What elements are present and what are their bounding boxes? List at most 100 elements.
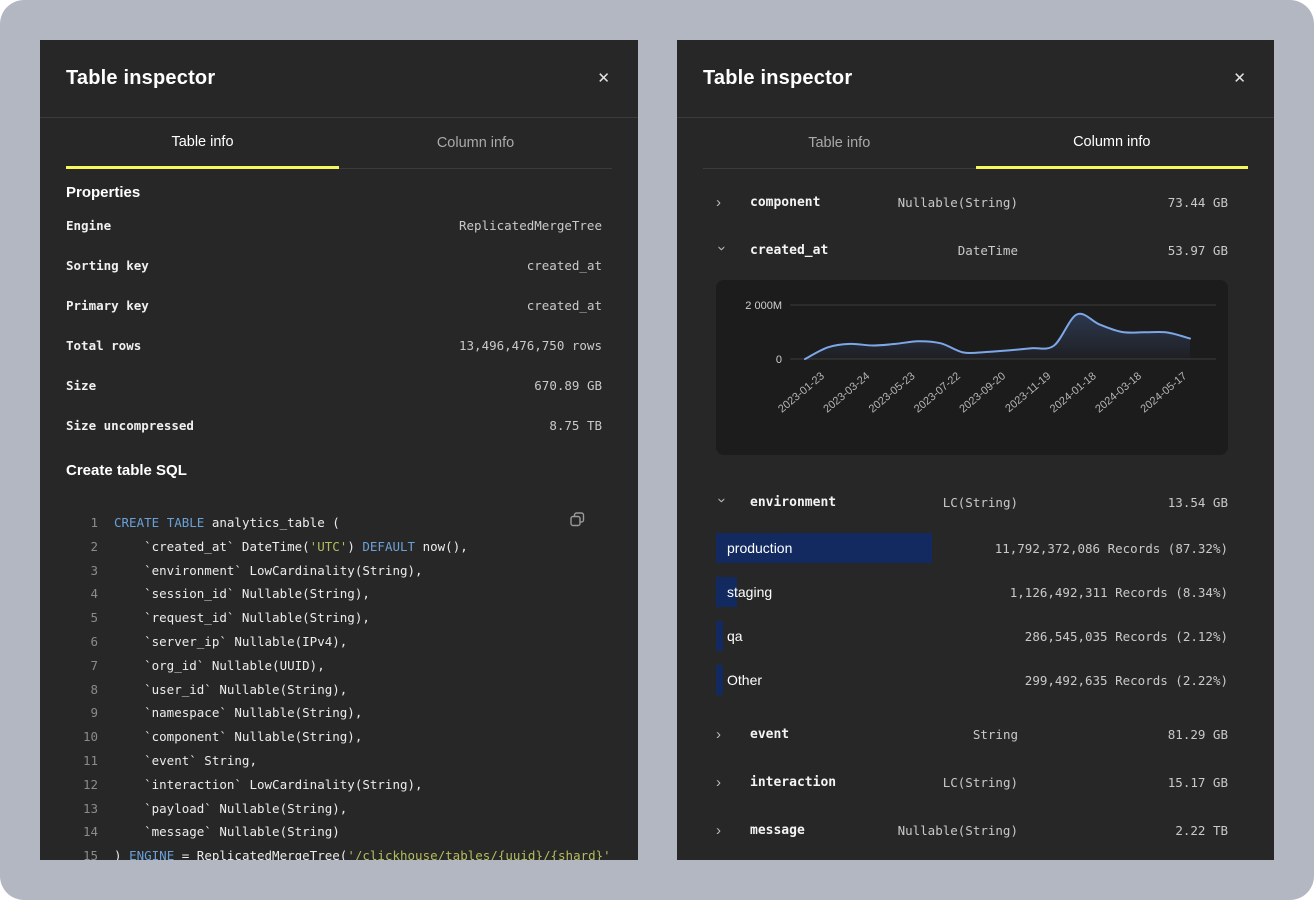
column-size: 15.17 GB (1168, 775, 1228, 790)
close-icon[interactable]: ✕ (593, 67, 614, 90)
modal-header: Table inspector ✕ (40, 40, 638, 118)
chevron-right-icon[interactable]: › (716, 195, 728, 210)
close-icon[interactable]: ✕ (1229, 67, 1250, 90)
distribution-row: production 11,792,372,086 Records (87.32… (716, 526, 1228, 570)
distribution-value: 11,792,372,086 Records (87.32%) (995, 541, 1228, 556)
svg-text:0: 0 (776, 354, 782, 366)
property-row: Size 670.89 GB (66, 365, 602, 405)
column-row-interaction[interactable]: › interaction LC(String) 15.17 GB (677, 758, 1274, 806)
distribution-value: 286,545,035 Records (2.12%) (1025, 629, 1228, 644)
column-row-environment[interactable]: › environment LC(String) 13.54 GB (677, 478, 1274, 526)
environment-value-distribution: production 11,792,372,086 Records (87.32… (716, 526, 1228, 702)
column-size: 73.44 GB (1168, 195, 1228, 210)
svg-text:2024-03-18: 2024-03-18 (1093, 370, 1144, 415)
line-number: 6 (66, 630, 98, 654)
line-number: 13 (66, 797, 98, 821)
modal-header: Table inspector ✕ (677, 40, 1274, 118)
distribution-row: Other 299,492,635 Records (2.22%) (716, 658, 1228, 702)
line-number: 2 (66, 535, 98, 559)
properties-list: Engine ReplicatedMergeTree Sorting key c… (66, 205, 602, 445)
svg-text:2023-03-24: 2023-03-24 (821, 370, 872, 415)
sql-line: 4 `session_id` Nullable(String), (66, 582, 602, 606)
column-row-component[interactable]: › component Nullable(String) 73.44 GB (677, 178, 1274, 226)
line-number: 15 (66, 844, 98, 860)
line-number: 12 (66, 773, 98, 797)
sql-line: 5 `request_id` Nullable(String), (66, 606, 602, 630)
properties-heading: Properties (66, 184, 602, 201)
svg-text:2023-05-23: 2023-05-23 (867, 370, 918, 415)
line-number: 1 (66, 511, 98, 535)
chevron-right-icon[interactable]: › (716, 775, 728, 790)
page-background: Table inspector ✕ Table info Column info… (0, 0, 1314, 900)
sql-line: 6 `server_ip` Nullable(IPv4), (66, 630, 602, 654)
tab-column-info[interactable]: Column info (976, 118, 1249, 169)
property-row: Size uncompressed 8.75 TB (66, 405, 602, 445)
sql-line: 2 `created_at` DateTime('UTC') DEFAULT n… (66, 535, 602, 559)
distribution-bar-wrap: production (716, 533, 995, 563)
tab-bar: Table info Column info (66, 118, 612, 169)
distribution-label: qa (727, 621, 743, 651)
tab-column-info[interactable]: Column info (339, 118, 612, 169)
distribution-bar-wrap: Other (716, 665, 1025, 695)
property-label: Primary key (66, 298, 149, 313)
svg-text:2023-09-20: 2023-09-20 (957, 370, 1008, 415)
column-size: 53.97 GB (1168, 243, 1228, 258)
column-name: component (750, 195, 898, 210)
column-name: interaction (750, 775, 943, 790)
line-number: 11 (66, 749, 98, 773)
property-label: Size (66, 378, 96, 393)
line-number: 4 (66, 582, 98, 606)
distribution-bar-wrap: staging (716, 577, 1010, 607)
column-type: LC(String) (943, 775, 1018, 790)
distribution-row: qa 286,545,035 Records (2.12%) (716, 614, 1228, 658)
sql-line: 11 `event` String, (66, 749, 602, 773)
column-size: 2.22 TB (1175, 823, 1228, 838)
create-table-sql-code: 1CREATE TABLE analytics_table ( 2 `creat… (66, 511, 602, 860)
column-type: String (973, 727, 1018, 742)
line-number: 9 (66, 701, 98, 725)
property-value: 670.89 GB (534, 378, 602, 393)
line-number: 5 (66, 606, 98, 630)
property-value: 8.75 TB (549, 418, 602, 433)
copy-icon[interactable] (569, 511, 587, 529)
distribution-bar (716, 621, 723, 651)
column-type: DateTime (958, 243, 1018, 258)
created-at-distribution-chart: 2 000M 0 2023-01-232023-03-242023-05-232… (716, 280, 1228, 455)
property-row: Primary key created_at (66, 285, 602, 325)
column-row-event[interactable]: › event String 81.29 GB (677, 710, 1274, 758)
column-type: Nullable(String) (898, 195, 1018, 210)
table-inspector-modal-column-info: Table inspector ✕ Table info Column info… (677, 40, 1274, 860)
chevron-right-icon[interactable]: › (716, 727, 728, 742)
distribution-bar (716, 665, 723, 695)
property-label: Size uncompressed (66, 418, 194, 433)
svg-text:2023-07-22: 2023-07-22 (912, 370, 963, 415)
chevron-down-icon[interactable]: › (715, 497, 730, 509)
tab-table-info[interactable]: Table info (703, 118, 976, 169)
tab-table-info[interactable]: Table info (66, 118, 339, 169)
svg-text:2 000M: 2 000M (745, 300, 782, 312)
sql-line: 10 `component` Nullable(String), (66, 725, 602, 749)
property-label: Sorting key (66, 258, 149, 273)
property-value: ReplicatedMergeTree (459, 218, 602, 233)
distribution-label: Other (727, 665, 762, 695)
create-table-sql-heading: Create table SQL (66, 462, 602, 479)
distribution-bar-wrap: qa (716, 621, 1025, 651)
column-row-message[interactable]: › message Nullable(String) 2.22 TB (677, 806, 1274, 854)
property-value: created_at (527, 298, 602, 313)
sql-line: 3 `environment` LowCardinality(String), (66, 559, 602, 583)
column-size: 81.29 GB (1168, 727, 1228, 742)
property-label: Total rows (66, 338, 141, 353)
chevron-down-icon[interactable]: › (715, 245, 730, 257)
distribution-label: production (727, 533, 792, 563)
column-type: LC(String) (943, 495, 1018, 510)
sql-line: 1CREATE TABLE analytics_table ( (66, 511, 602, 535)
chevron-right-icon[interactable]: › (716, 823, 728, 838)
property-value: created_at (527, 258, 602, 273)
column-row-created_at[interactable]: › created_at DateTime 53.97 GB (677, 226, 1274, 274)
line-number: 10 (66, 725, 98, 749)
distribution-value: 1,126,492,311 Records (8.34%) (1010, 585, 1228, 600)
sql-line: 9 `namespace` Nullable(String), (66, 701, 602, 725)
distribution-row: staging 1,126,492,311 Records (8.34%) (716, 570, 1228, 614)
sql-line: 7 `org_id` Nullable(UUID), (66, 654, 602, 678)
table-info-content: Properties Engine ReplicatedMergeTree So… (40, 184, 638, 860)
